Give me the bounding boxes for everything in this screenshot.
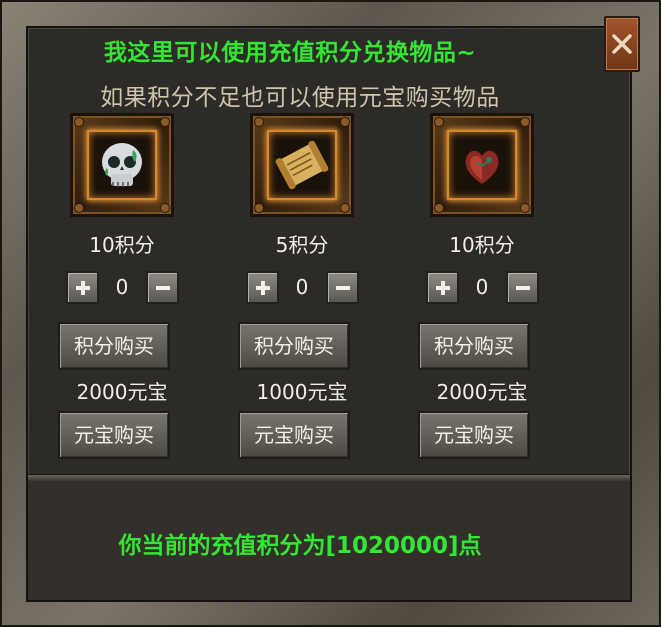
heart-gem-icon: [465, 150, 499, 184]
increase-button[interactable]: [66, 271, 99, 304]
decrease-button[interactable]: [146, 271, 179, 304]
score-price: 10积分: [89, 233, 155, 257]
gold-buy-button[interactable]: 元宝购买: [238, 411, 350, 459]
increase-button[interactable]: [426, 271, 459, 304]
item-slot[interactable]: [70, 113, 174, 217]
close-icon: [612, 34, 632, 54]
quantity-value: 0: [475, 275, 489, 299]
plus-icon: [435, 280, 450, 295]
quantity-value: 0: [115, 275, 129, 299]
plus-icon: [75, 280, 90, 295]
minus-icon: [515, 285, 530, 290]
gold-buy-button[interactable]: 元宝购买: [418, 411, 530, 459]
quantity-stepper: 0: [32, 271, 212, 307]
close-button[interactable]: [604, 16, 640, 72]
score-price: 10积分: [449, 233, 515, 257]
gold-price: 2000元宝: [436, 380, 528, 404]
minus-icon: [155, 285, 170, 290]
score-buy-button[interactable]: 积分购买: [58, 322, 170, 370]
gold-price: 2000元宝: [76, 380, 168, 404]
page-title: 我这里可以使用充值积分兑换物品~: [103, 40, 477, 66]
gold-buy-button[interactable]: 元宝购买: [58, 411, 170, 459]
item-slot[interactable]: [250, 113, 354, 217]
scroll-icon: [275, 140, 329, 190]
item-slot[interactable]: [430, 113, 534, 217]
minus-icon: [335, 285, 350, 290]
gold-price: 1000元宝: [256, 380, 348, 404]
page-subtitle: 如果积分不足也可以使用元宝购买物品: [100, 85, 500, 111]
quantity-value: 0: [295, 275, 309, 299]
decrease-button[interactable]: [506, 271, 539, 304]
plus-icon: [255, 280, 270, 295]
decrease-button[interactable]: [326, 271, 359, 304]
points-balance: 你当前的充值积分为[1020000]点: [118, 533, 482, 559]
quantity-stepper: 0: [392, 271, 572, 307]
quantity-stepper: 0: [212, 271, 392, 307]
skull-icon: [102, 143, 142, 187]
score-price: 5积分: [275, 233, 329, 257]
increase-button[interactable]: [246, 271, 279, 304]
score-buy-button[interactable]: 积分购买: [418, 322, 530, 370]
score-buy-button[interactable]: 积分购买: [238, 322, 350, 370]
